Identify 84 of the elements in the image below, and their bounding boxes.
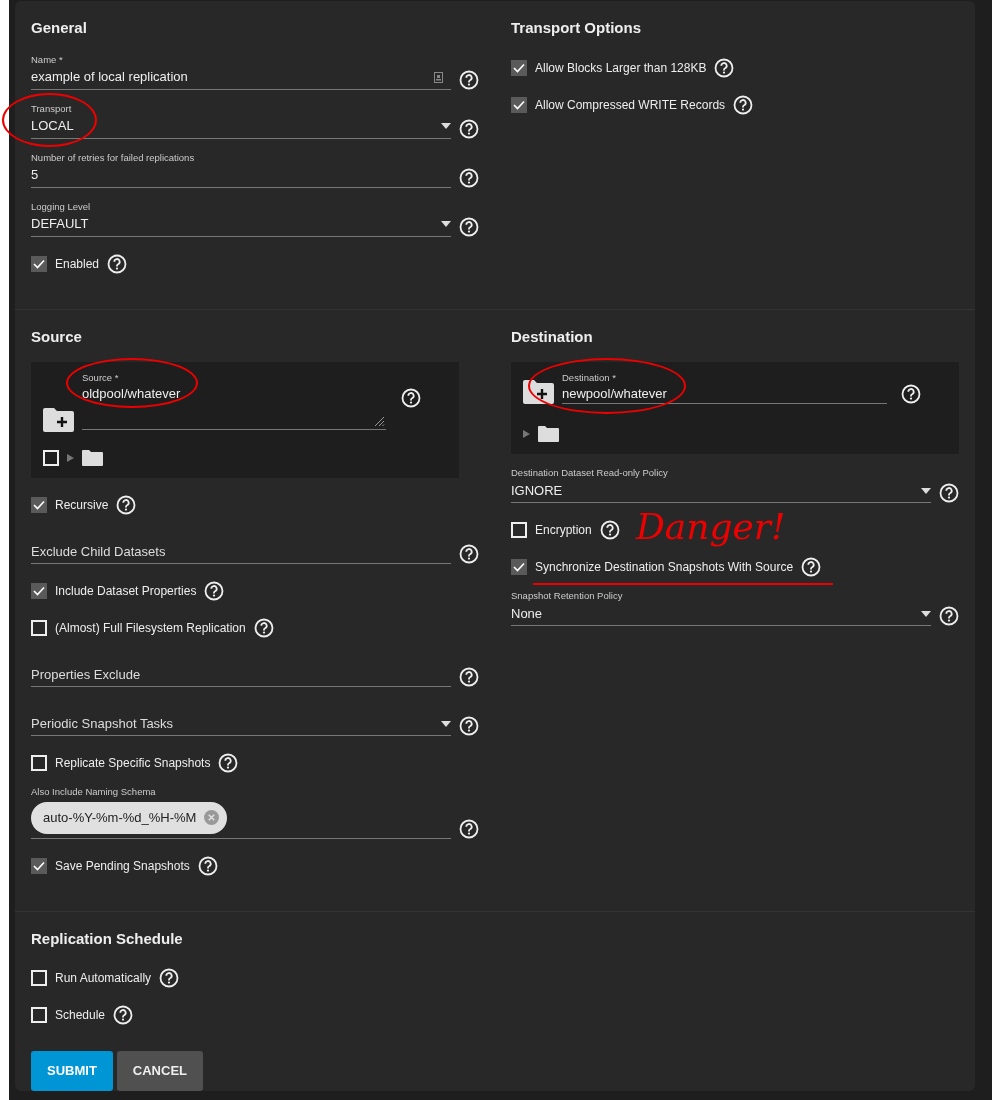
expand-arrow-icon[interactable] <box>67 454 74 462</box>
help-icon[interactable] <box>459 818 479 839</box>
checkbox[interactable] <box>31 255 47 272</box>
checkbox-label: Save Pending Snapshots <box>55 857 190 875</box>
field-label: Number of retries for failed replications <box>31 151 195 164</box>
section-title: Transport Options <box>511 18 642 38</box>
help-icon[interactable] <box>599 520 620 540</box>
help-icon[interactable] <box>459 118 479 139</box>
expand-arrow-icon[interactable] <box>523 430 530 438</box>
help-icon[interactable] <box>459 716 479 736</box>
checkbox-label: Replicate Specific Snapshots <box>55 755 211 772</box>
text-field[interactable]: newpool/whatever <box>562 384 887 404</box>
section-title: Source <box>31 326 83 347</box>
dropdown-caret-icon[interactable] <box>921 610 931 617</box>
text-field[interactable]: Exclude Child Datasets <box>31 540 451 564</box>
select-field[interactable]: Periodic Snapshot Tasks <box>31 712 451 736</box>
field-label: Destination Dataset Read-only Policy <box>511 467 668 479</box>
help-icon[interactable] <box>159 968 180 988</box>
folder-plus-icon[interactable] <box>43 408 74 432</box>
help-icon[interactable] <box>253 618 274 638</box>
checkbox[interactable] <box>511 59 527 76</box>
folder-icon[interactable] <box>82 450 103 466</box>
checkbox-label: (Almost) Full Filesystem Replication <box>55 620 246 637</box>
field-label: Snapshot Retention Policy <box>511 590 623 602</box>
handwritten-note: Danger! <box>636 507 786 547</box>
help-icon[interactable] <box>401 388 421 408</box>
checkbox[interactable] <box>511 96 527 113</box>
help-icon[interactable] <box>714 57 735 78</box>
chip-input-field[interactable]: auto-%Y-%m-%d_%H-%M <box>31 802 451 839</box>
checkbox-label: Recursive <box>55 497 109 514</box>
folder-icon[interactable] <box>538 426 559 442</box>
help-icon[interactable] <box>459 667 479 687</box>
checkbox-label: Allow Compressed WRITE Records <box>535 96 726 114</box>
field-label: Destination * <box>562 372 616 384</box>
checkbox[interactable] <box>31 583 47 599</box>
path-text-area[interactable]: oldpool/whatever <box>82 384 386 430</box>
dropdown-caret-icon[interactable] <box>441 123 451 129</box>
help-icon[interactable] <box>733 94 754 115</box>
help-icon[interactable] <box>939 606 959 626</box>
field-label: Logging Level <box>31 200 91 213</box>
cancel-button[interactable]: CANCEL <box>116 1051 203 1091</box>
checkbox-label: Run Automatically <box>55 970 152 987</box>
help-icon[interactable] <box>459 167 479 188</box>
help-icon[interactable] <box>107 253 128 274</box>
checkbox[interactable] <box>511 559 527 575</box>
resize-handle-icon[interactable] <box>373 415 385 427</box>
checkbox[interactable] <box>31 497 47 513</box>
field-label: Transport <box>31 102 72 115</box>
help-icon[interactable] <box>113 1005 134 1025</box>
checkbox-label: Encryption <box>535 522 592 539</box>
help-icon[interactable] <box>939 483 959 503</box>
text-field[interactable]: example of local replication <box>31 65 451 90</box>
select-field[interactable]: IGNORE <box>511 479 931 503</box>
folder-plus-icon[interactable] <box>523 380 554 404</box>
section-title: Replication Schedule <box>31 928 184 949</box>
help-icon[interactable] <box>459 216 479 237</box>
field-label: Source * <box>82 372 119 384</box>
dropdown-caret-icon[interactable] <box>441 221 451 227</box>
help-icon[interactable] <box>459 544 479 564</box>
dropdown-caret-icon[interactable] <box>921 487 931 494</box>
help-icon[interactable] <box>204 581 225 601</box>
help-icon[interactable] <box>218 753 239 773</box>
help-icon[interactable] <box>901 384 921 404</box>
checkbox[interactable] <box>31 857 47 874</box>
field-label: Also Include Naming Schema <box>31 786 156 798</box>
select-field[interactable]: LOCAL <box>31 114 451 139</box>
text-field[interactable]: Properties Exclude <box>31 663 451 687</box>
select-field[interactable]: DEFAULT <box>31 212 451 237</box>
checkbox-label: Include Dataset Properties <box>55 583 197 600</box>
checkbox-label: Schedule <box>55 1007 106 1024</box>
checkbox-label: Synchronize Destination Snapshots With Source <box>535 559 794 576</box>
section-title: Destination <box>511 326 594 347</box>
text-field[interactable]: 5 <box>31 163 451 188</box>
select-field[interactable]: None <box>511 602 931 626</box>
field-label: Name * <box>31 53 63 66</box>
checkbox-label: Enabled <box>55 255 100 273</box>
section-title: General <box>31 18 88 38</box>
naming-schema-chip[interactable]: auto-%Y-%m-%d_%H-%M <box>31 802 228 834</box>
help-icon[interactable] <box>801 557 822 577</box>
help-icon[interactable] <box>459 69 479 90</box>
help-icon[interactable] <box>116 495 137 515</box>
help-icon[interactable] <box>197 855 218 876</box>
checkbox-label: Allow Blocks Larger than 128KB <box>535 59 707 77</box>
dropdown-caret-icon[interactable] <box>441 720 451 727</box>
